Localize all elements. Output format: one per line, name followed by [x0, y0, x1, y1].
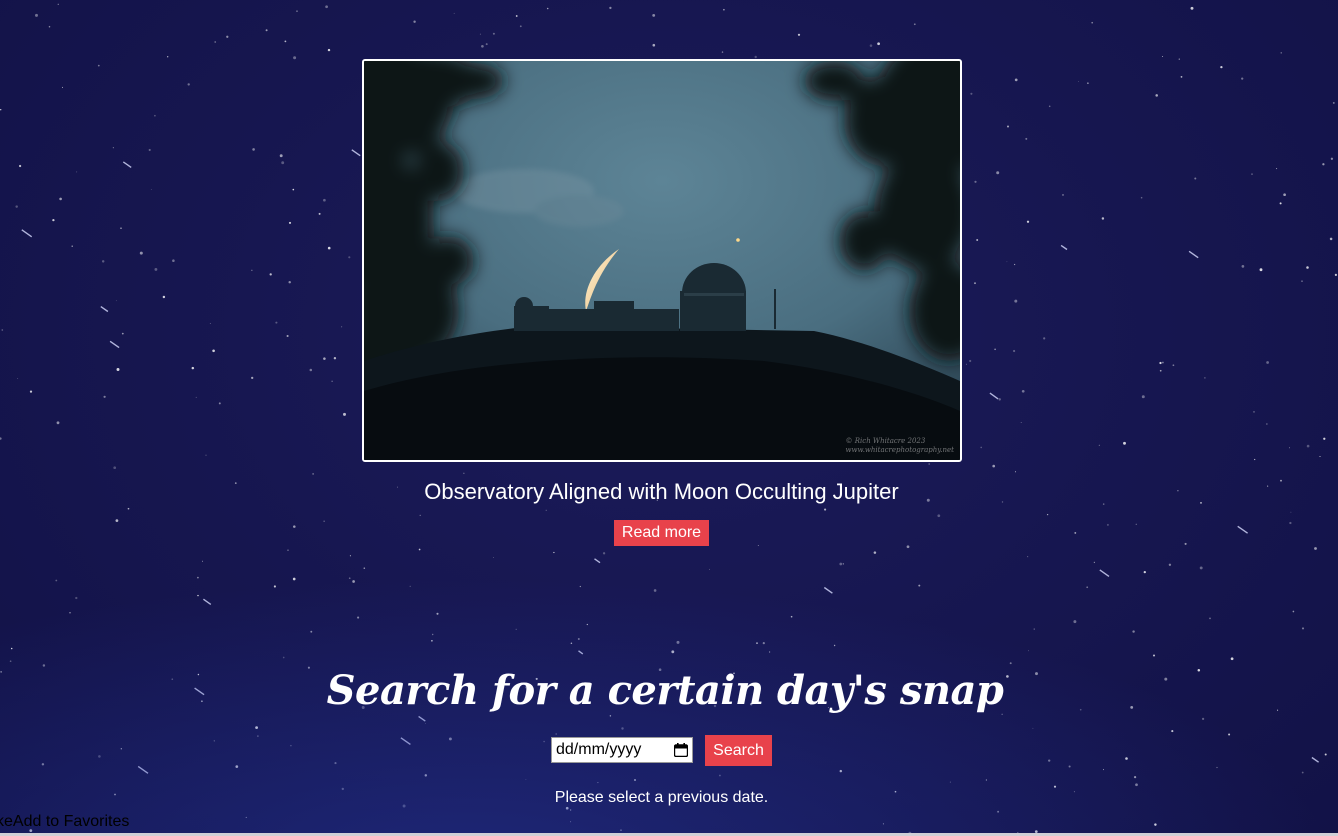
- date-input-placeholder: dd/mm/yyyy: [556, 741, 642, 758]
- photo-credit-url: www.whitacrephotography.net: [845, 446, 954, 454]
- apod-image[interactable]: © Rich Whitacre 2023 www.whitacrephotogr…: [362, 59, 962, 462]
- calendar-icon[interactable]: [673, 743, 689, 758]
- page-content: © Rich Whitacre 2023 www.whitacrephotogr…: [0, 0, 1338, 836]
- apod-title: Observatory Aligned with Moon Occulting …: [424, 479, 899, 504]
- add-to-favorites-link[interactable]: keAdd to Favorites: [0, 813, 129, 831]
- photo-credit-line: © Rich Whitacre 2023: [845, 437, 926, 445]
- date-input[interactable]: dd/mm/yyyy: [551, 737, 693, 763]
- search-button[interactable]: Search: [705, 735, 772, 766]
- observatory-photo: [364, 61, 960, 460]
- search-heading: Search for a certain day's snap: [326, 667, 1004, 714]
- read-more-button[interactable]: Read more: [614, 520, 709, 546]
- date-hint: Please select a previous date.: [554, 789, 769, 806]
- photo-credit: © Rich Whitacre 2023 www.whitacrephotogr…: [846, 437, 954, 455]
